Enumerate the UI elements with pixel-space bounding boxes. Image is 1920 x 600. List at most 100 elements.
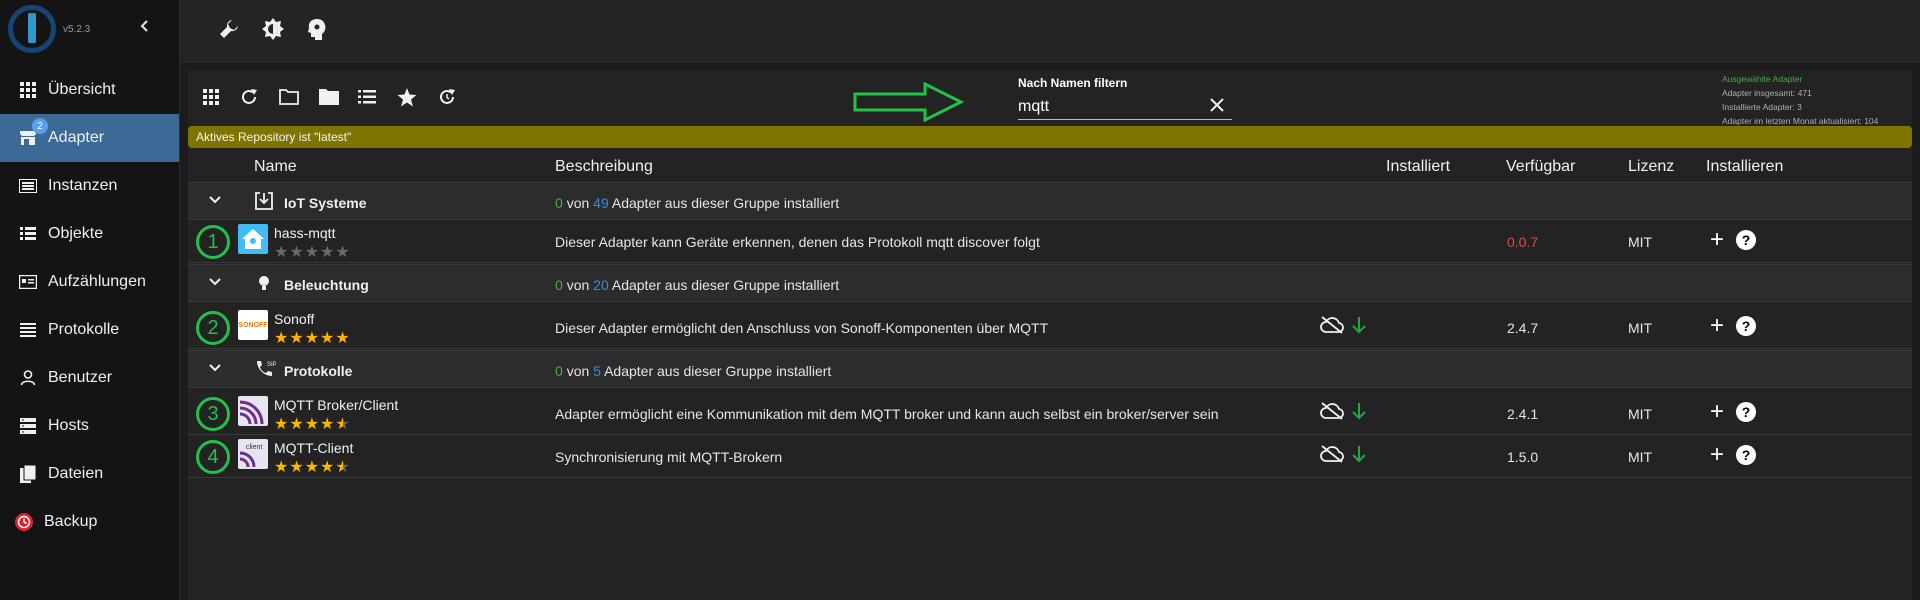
adapter-description: Synchronisierung mit MQTT-Brokern: [555, 449, 783, 465]
sidebar-item-aufzaehlungen[interactable]: Aufzählungen: [0, 258, 179, 306]
chevron-left-icon: [140, 20, 148, 32]
sidebar-item-adapter[interactable]: 2 Adapter: [0, 114, 179, 162]
favorites-button[interactable]: [394, 84, 420, 110]
adapter-name: Sonoff: [274, 311, 315, 327]
group-row-iot[interactable]: IoT Systeme 0 von 49 Adapter aus dieser …: [188, 182, 1912, 220]
available-version: 1.5.0: [1507, 449, 1539, 465]
install-status: [1320, 445, 1366, 463]
adapter-description: Dieser Adapter kann Geräte erkennen, den…: [555, 234, 1040, 250]
app-window: v5.2.3 Übersicht 2 Adapter Instanzen Obj…: [0, 0, 1920, 600]
license: MIT: [1628, 320, 1653, 336]
header-license: Lizenz: [1628, 158, 1675, 175]
install-actions: + ?: [1710, 443, 1757, 467]
arrow-down-icon[interactable]: [1352, 445, 1366, 463]
sidebar-item-protokolle[interactable]: Protokolle: [0, 306, 179, 354]
add-instance-button[interactable]: +: [1710, 400, 1724, 424]
sidebar-item-instanzen[interactable]: Instanzen: [0, 162, 179, 210]
help-button[interactable]: ?: [1736, 230, 1757, 250]
adapter-row-mqtt-broker[interactable]: 3 MQTT Broker/Client ★★★★★ Adapter ermög…: [188, 392, 1912, 435]
table-header: Name Beschreibung Installiert Verfügbar …: [188, 150, 1912, 182]
grid-icon: [18, 80, 38, 100]
cloud-off-icon: [1320, 445, 1344, 463]
clear-filter-button[interactable]: [1210, 98, 1224, 117]
version-label: v5.2.3: [63, 24, 91, 35]
header-name[interactable]: Name: [254, 158, 297, 176]
add-instance-button[interactable]: +: [1710, 314, 1724, 338]
adapter-stats: Ausgewählte Adapter Adapter insgesamt: 4…: [1722, 72, 1878, 128]
sidebar-nav: Übersicht 2 Adapter Instanzen Objekte Au…: [0, 66, 179, 546]
sidebar-item-label: Übersicht: [48, 81, 116, 98]
annotation-number: 4: [196, 440, 230, 474]
list-icon: [358, 90, 376, 104]
sidebar-item-benutzer[interactable]: Benutzer: [0, 354, 179, 402]
folder-open-icon: [279, 89, 299, 105]
hass-mqtt-adapter-icon: [238, 224, 268, 254]
adapter-name: MQTT Broker/Client: [274, 397, 399, 413]
adapter-row-hass-mqtt[interactable]: 1 hass-mqtt ★★★★★ Dieser Adapter kann Ge…: [188, 220, 1912, 263]
chevron-down-icon[interactable]: [208, 193, 222, 210]
collapse-all-button[interactable]: [316, 84, 342, 110]
svg-text:client: client: [246, 444, 262, 451]
user-icon: [18, 368, 38, 388]
enum-icon: [18, 272, 38, 292]
install-status: [1320, 402, 1366, 420]
log-icon: [18, 320, 38, 340]
adapter-name: hass-mqtt: [274, 225, 336, 241]
adapter-row-mqtt-client[interactable]: 4 client MQTT-Client ★★★★★ Synchronisier…: [188, 435, 1912, 478]
add-instance-button[interactable]: +: [1710, 443, 1724, 467]
group-summary: 0 von 20 Adapter aus dieser Gruppe insta…: [555, 277, 840, 293]
license: MIT: [1628, 406, 1653, 422]
stats-selected: Ausgewählte Adapter: [1722, 74, 1803, 84]
stats-total: Adapter insgesamt: 471: [1722, 88, 1812, 98]
help-button[interactable]: ?: [1736, 316, 1757, 336]
arrow-down-icon[interactable]: [1352, 316, 1366, 334]
add-instance-button[interactable]: +: [1710, 228, 1724, 252]
folder-icon: [319, 89, 339, 105]
annotation-arrow-icon: [853, 82, 965, 122]
sidebar-item-dateien[interactable]: Dateien: [0, 450, 179, 498]
sidebar-item-hosts[interactable]: Hosts: [0, 402, 179, 450]
help-button[interactable]: ?: [1736, 402, 1757, 422]
collapse-sidebar-button[interactable]: [138, 16, 152, 39]
adapter-description: Adapter ermöglicht eine Kommunikation mi…: [555, 406, 1219, 422]
instances-icon: [18, 176, 38, 196]
chevron-down-icon[interactable]: [208, 361, 222, 378]
install-actions: + ?: [1710, 314, 1757, 338]
refresh-button[interactable]: [236, 84, 262, 110]
expert-mode-button[interactable]: [304, 16, 330, 42]
stats-installed: Installierte Adapter: 3: [1722, 102, 1802, 112]
install-actions: + ?: [1710, 228, 1757, 252]
available-version: 2.4.7: [1507, 320, 1539, 336]
sidebar-item-label: Benutzer: [48, 369, 113, 386]
sidebar-item-uebersicht[interactable]: Übersicht: [0, 66, 179, 114]
adapter-row-sonoff[interactable]: 2 SONOFF Sonoff ★★★★★ Dieser Adapter erm…: [188, 306, 1912, 349]
settings-button[interactable]: [216, 16, 242, 42]
theme-button[interactable]: [260, 16, 286, 42]
update-icon: [440, 89, 455, 104]
adapter-panel: Nach Namen filtern Ausgewählte Adapter A…: [188, 70, 1912, 600]
mqtt-client-adapter-icon: client: [238, 439, 268, 469]
rating-stars: ★★★★★: [274, 244, 351, 261]
list-view-button[interactable]: [354, 84, 380, 110]
sidebar-item-backup[interactable]: Backup: [0, 498, 179, 546]
iobroker-logo: [8, 5, 56, 53]
license: MIT: [1628, 449, 1653, 465]
install-status: [1320, 316, 1366, 334]
group-row-beleuchtung[interactable]: Beleuchtung 0 von 20 Adapter aus dieser …: [188, 264, 1912, 302]
group-row-protokolle[interactable]: SIP Protokolle 0 von 5 Adapter aus diese…: [188, 350, 1912, 388]
repository-notice: Aktives Repository ist "latest": [188, 126, 1912, 148]
tile-view-button[interactable]: [198, 84, 224, 110]
sidebar: v5.2.3 Übersicht 2 Adapter Instanzen Obj…: [0, 0, 180, 600]
name-filter-input[interactable]: [1018, 94, 1232, 120]
arrow-down-icon[interactable]: [1352, 402, 1366, 420]
update-all-button[interactable]: [434, 84, 460, 110]
help-button[interactable]: ?: [1736, 445, 1757, 465]
header-available: Verfügbar: [1506, 158, 1576, 175]
filter-label: Nach Namen filtern: [1018, 76, 1128, 90]
sidebar-item-objekte[interactable]: Objekte: [0, 210, 179, 258]
expand-all-button[interactable]: [276, 84, 302, 110]
chevron-down-icon[interactable]: [208, 275, 222, 292]
brightness-icon: [262, 18, 284, 40]
mqtt-adapter-icon: [238, 396, 268, 426]
rating-stars: ★★★★★: [274, 459, 351, 476]
